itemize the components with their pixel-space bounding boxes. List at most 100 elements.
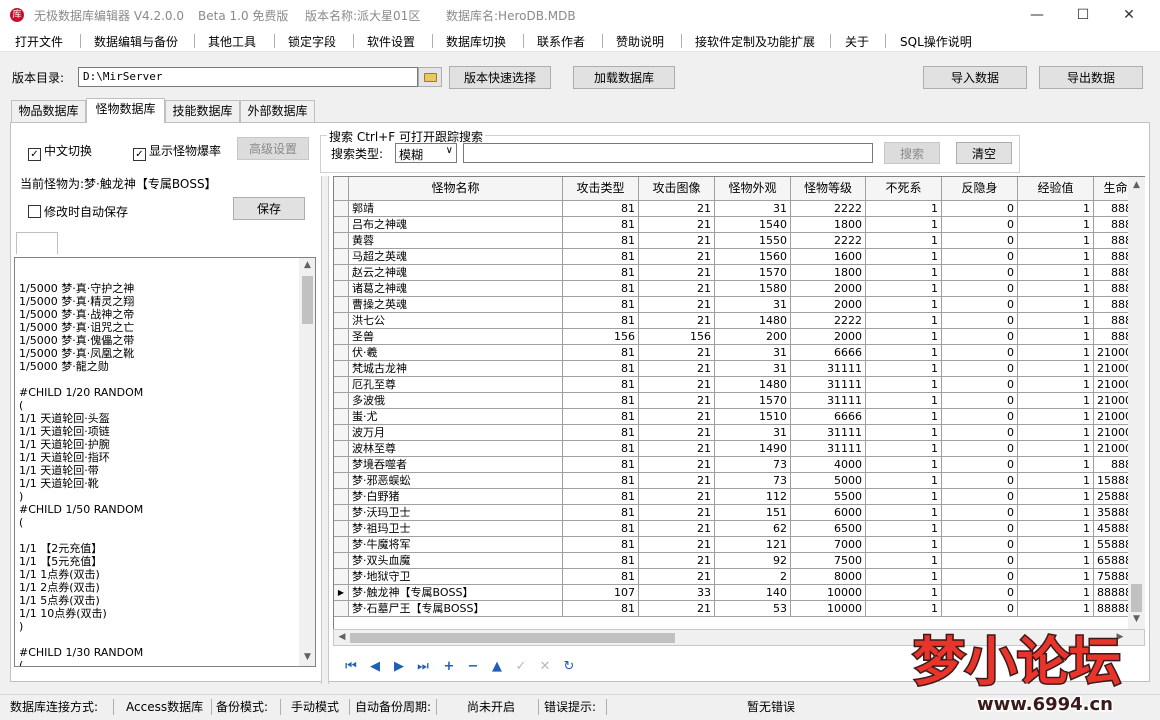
table-cell[interactable]: 1 [866,553,942,569]
table-cell[interactable]: 81 [563,537,639,553]
table-cell[interactable]: 0 [942,457,1018,473]
table-cell[interactable]: 梦·地狱守卫 [349,569,563,585]
load-database-button[interactable]: 加载数据库 [573,66,675,89]
menu-software-settings[interactable]: 软件设置 [367,33,415,50]
table-cell[interactable]: 梦境吞噬者 [349,457,563,473]
edit-record-icon[interactable]: ▲ [486,656,508,678]
table-cell[interactable]: 21 [639,345,715,361]
table-cell[interactable]: 21 [639,313,715,329]
table-cell[interactable]: 蚩·尤 [349,409,563,425]
table-cell[interactable]: 1600 [791,249,866,265]
table-row[interactable]: 梦·祖玛卫士 81 21 62 6500 1 0 1 4588888 [334,521,1144,537]
table-cell[interactable]: 21 [639,249,715,265]
table-cell[interactable]: 梦·邪恶蜈蚣 [349,473,563,489]
table-cell[interactable]: 21 [639,537,715,553]
table-cell[interactable]: 1490 [715,441,791,457]
table-cell[interactable]: 圣兽 [349,329,563,345]
table-cell[interactable]: 81 [563,201,639,217]
table-row[interactable]: 诸葛之神魂81211580200010188888 [334,281,1144,297]
table-cell[interactable]: 1 [1018,281,1094,297]
table-cell[interactable]: 0 [942,409,1018,425]
post-record-icon[interactable]: ✓ [510,656,532,678]
table-cell[interactable]: 1480 [715,313,791,329]
table-cell[interactable]: 31 [715,297,791,313]
table-cell[interactable]: 31 [715,361,791,377]
table-cell[interactable]: 0 [942,489,1018,505]
table-cell[interactable]: 1 [1018,553,1094,569]
table-cell[interactable]: 0 [942,329,1018,345]
table-cell[interactable]: 洪七公 [349,313,563,329]
table-cell[interactable]: 81 [563,553,639,569]
table-cell[interactable]: 21 [639,473,715,489]
row-indicator[interactable] [334,425,349,441]
row-indicator[interactable] [334,377,349,393]
table-row[interactable]: 蚩·尤81211510666610121000000 [334,409,1144,425]
table-cell[interactable]: 0 [942,537,1018,553]
column-header[interactable]: 攻击类型 [563,177,639,201]
delete-record-icon[interactable]: − [462,656,484,678]
table-cell[interactable]: 1580 [715,281,791,297]
menu-database-switch[interactable]: 数据库切换 [446,33,506,50]
column-header[interactable]: 怪物等级 [791,177,866,201]
table-cell[interactable]: 梵城古龙神 [349,361,563,377]
menu-custom-software[interactable]: 接软件定制及功能扩展 [695,33,815,50]
table-cell[interactable]: 81 [563,521,639,537]
table-cell[interactable]: 81 [563,281,639,297]
table-cell[interactable]: 1570 [715,265,791,281]
last-record-icon[interactable]: ⏭ [412,656,434,678]
table-cell[interactable]: 10000 [791,585,866,601]
table-cell[interactable]: 81 [563,601,639,617]
table-cell[interactable]: 21 [639,393,715,409]
menu-open-file[interactable]: 打开文件 [15,33,63,50]
table-cell[interactable]: 1 [1018,569,1094,585]
table-cell[interactable]: 厄孔至尊 [349,377,563,393]
table-cell[interactable]: 1 [1018,457,1094,473]
table-cell[interactable]: 31 [715,345,791,361]
table-cell[interactable]: 1 [1018,377,1094,393]
table-cell[interactable]: 2222 [791,233,866,249]
table-cell[interactable]: 21 [639,217,715,233]
table-cell[interactable]: 1510 [715,409,791,425]
row-indicator[interactable] [334,537,349,553]
table-row[interactable]: 赵云之神魂81211570180010188888 [334,265,1144,281]
row-indicator[interactable] [334,361,349,377]
table-cell[interactable]: 马超之英魂 [349,249,563,265]
close-icon[interactable]: ✕ [1106,0,1152,30]
table-cell[interactable]: 62 [715,521,791,537]
scroll-down-icon[interactable]: ▼ [299,652,315,662]
table-cell[interactable]: 5500 [791,489,866,505]
table-cell[interactable]: 200 [715,329,791,345]
row-indicator[interactable] [334,249,349,265]
table-cell[interactable]: 梦·石墓尸王【专属BOSS】 [349,601,563,617]
table-row[interactable]: 波万月8121313111110121000000 [334,425,1144,441]
table-cell[interactable]: 33 [639,585,715,601]
table-cell[interactable]: 1 [1018,537,1094,553]
row-indicator[interactable] [334,345,349,361]
table-cell[interactable]: 151 [715,505,791,521]
table-cell[interactable]: 梦·白野猪 [349,489,563,505]
table-cell[interactable]: 1 [1018,521,1094,537]
column-header[interactable]: 攻击图像 [639,177,715,201]
table-cell[interactable]: 1 [1018,329,1094,345]
tab-external-database[interactable]: 外部数据库 [240,100,315,122]
table-cell[interactable]: 81 [563,441,639,457]
table-cell[interactable]: 21 [639,297,715,313]
table-cell[interactable]: 81 [563,297,639,313]
table-cell[interactable]: 梦·触龙神【专属BOSS】 [349,585,563,601]
table-cell[interactable]: 1 [866,521,942,537]
table-cell[interactable]: 6500 [791,521,866,537]
maximize-icon[interactable]: ☐ [1060,0,1106,30]
table-cell[interactable]: 31111 [791,441,866,457]
menu-about[interactable]: 关于 [845,33,869,50]
table-cell[interactable]: 1 [866,585,942,601]
table-cell[interactable]: 0 [942,521,1018,537]
table-cell[interactable]: 1 [1018,505,1094,521]
row-indicator[interactable] [334,393,349,409]
minimize-icon[interactable]: — [1014,0,1060,30]
table-cell[interactable]: 1 [866,265,942,281]
table-cell[interactable]: 1 [866,313,942,329]
export-data-button[interactable]: 导出数据 [1039,66,1143,89]
table-row[interactable]: 梵城古龙神8121313111110121000000 [334,361,1144,377]
table-cell[interactable]: 81 [563,473,639,489]
table-cell[interactable]: 73 [715,473,791,489]
